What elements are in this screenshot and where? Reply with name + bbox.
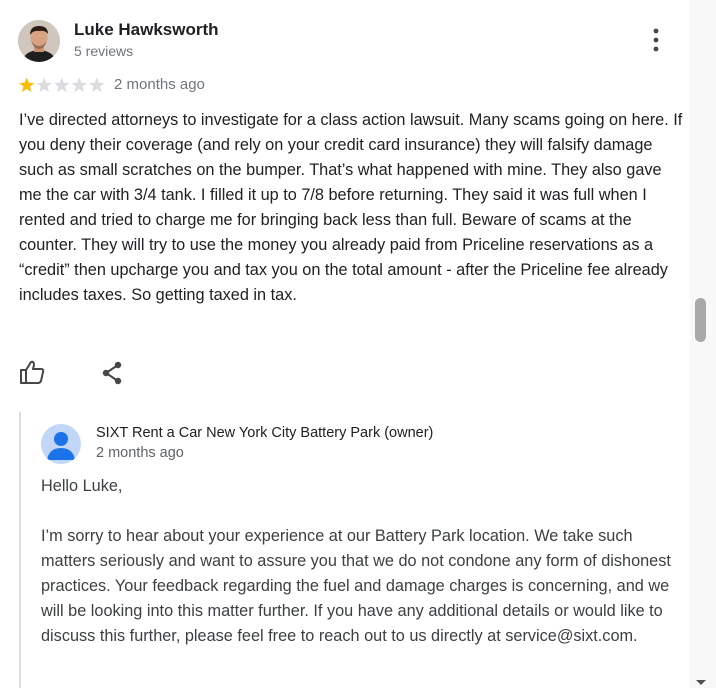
review-actions: [18, 358, 218, 390]
reviewer-header: Luke Hawksworth 5 reviews: [18, 18, 678, 66]
person-icon: [41, 424, 81, 464]
reviewer-review-count: 5 reviews: [74, 43, 134, 59]
star-empty-icon: [53, 77, 70, 93]
scrollbar[interactable]: [690, 0, 716, 688]
scrollbar-thumb[interactable]: [695, 298, 706, 342]
review-date: 2 months ago: [114, 76, 205, 93]
reviewer-name[interactable]: Luke Hawksworth: [74, 20, 219, 40]
review-panel: Luke Hawksworth 5 reviews 2 months ago I…: [0, 0, 716, 688]
share-button[interactable]: [100, 360, 124, 386]
rating-row: 2 months ago: [18, 75, 418, 95]
thumb-up-icon: [20, 360, 45, 384]
owner-reply-date: 2 months ago: [96, 445, 184, 461]
review-text: I’ve directed attorneys to investigate f…: [19, 111, 683, 304]
star-rating: [18, 76, 106, 94]
reply-greeting: Hello Luke,: [41, 477, 123, 495]
share-icon: [102, 361, 122, 385]
scroll-down-arrow-icon[interactable]: [695, 679, 707, 687]
star-filled-icon: [18, 77, 35, 93]
more-vert-icon: [653, 28, 659, 52]
like-button[interactable]: [18, 358, 46, 386]
owner-avatar: [41, 424, 81, 464]
star-empty-icon: [36, 77, 53, 93]
star-empty-icon: [88, 77, 105, 93]
more-options-button[interactable]: [644, 26, 668, 54]
star-empty-icon: [71, 77, 88, 93]
owner-name: SIXT Rent a Car New York City Battery Pa…: [96, 425, 434, 441]
reviewer-avatar[interactable]: [18, 20, 60, 62]
owner-reply: SIXT Rent a Car New York City Battery Pa…: [19, 412, 686, 688]
reply-body: I’m sorry to hear about your experience …: [41, 527, 671, 645]
